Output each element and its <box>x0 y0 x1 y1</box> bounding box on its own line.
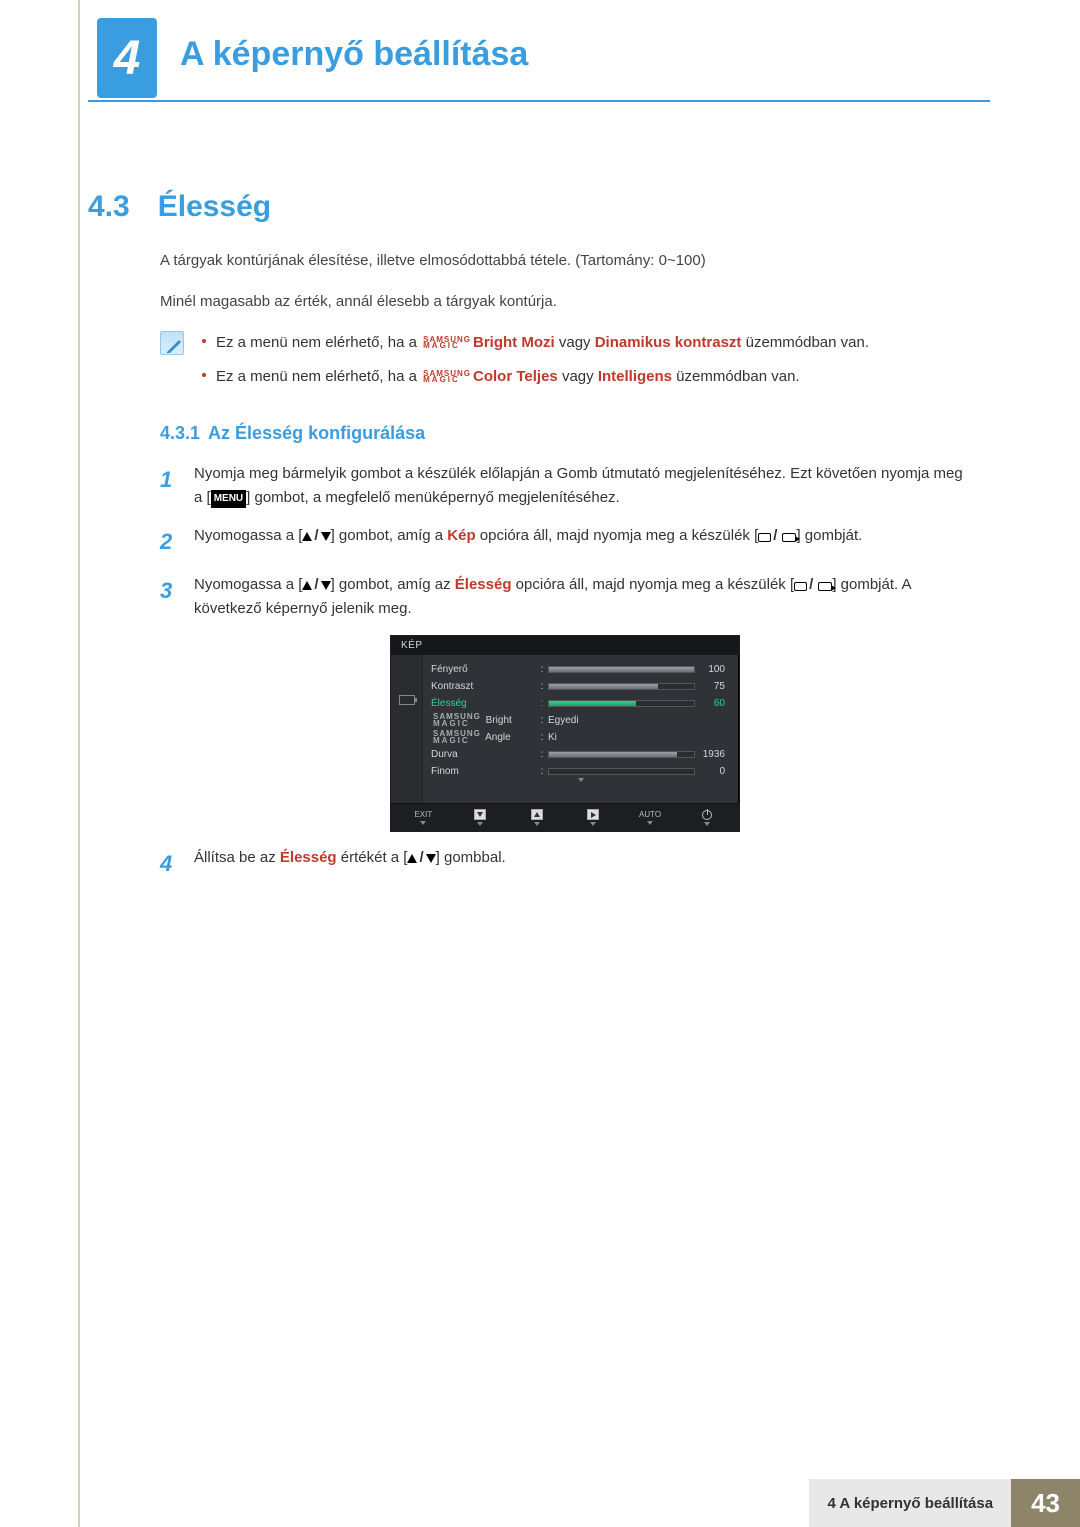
step-number: 1 <box>160 462 178 510</box>
power-icon <box>702 810 712 820</box>
auto-label: AUTO <box>639 810 661 819</box>
section-title: Élesség <box>158 190 271 224</box>
menu-button-glyph: MENU <box>211 490 246 508</box>
subsection-heading: 4.3.1Az Élesség konfigurálása <box>160 423 970 444</box>
note-block: Ez a menü nem elérhető, ha a SAMSUNGMAGI… <box>160 331 970 399</box>
bullet-icon <box>202 339 206 343</box>
source-b-icon <box>782 533 796 542</box>
note-item-1: Ez a menü nem elérhető, ha a SAMSUNGMAGI… <box>202 331 970 355</box>
page-footer: 4 A képernyő beállítása 43 <box>0 1479 1080 1527</box>
source-a-icon <box>794 582 807 591</box>
samsung-magic-icon: SAMSUNGMAGIC <box>423 371 471 384</box>
scroll-down-icon <box>578 778 584 793</box>
bullet-icon <box>202 373 206 377</box>
content: A tárgyak kontúrjának élesítése, illetve… <box>160 250 970 895</box>
chapter-rule <box>88 100 990 102</box>
osd-up-button <box>531 809 543 820</box>
samsung-magic-icon: SAMSUNGMAGIC <box>433 714 481 727</box>
footer-chapter-label: 4 A képernyő beállítása <box>809 1479 1011 1527</box>
step-number: 3 <box>160 573 178 621</box>
osd-row: Fényerő:100 <box>423 661 739 678</box>
brightness-icon <box>399 695 415 705</box>
up-icon <box>302 532 312 541</box>
osd-sidebar <box>391 655 423 803</box>
source-b-icon <box>818 582 832 591</box>
samsung-magic-icon: SAMSUNGMAGIC <box>433 731 481 744</box>
up-icon <box>302 581 312 590</box>
section-heading: 4.3 Élesség <box>88 190 271 224</box>
step-1: 1 Nyomja meg bármelyik gombot a készülék… <box>160 462 970 510</box>
osd-title: KÉP <box>391 636 739 655</box>
osd-screenshot: KÉP Fényerő:100Kontraszt:75Élesség:60SAM… <box>390 635 740 832</box>
left-rule <box>78 0 80 1527</box>
step-number: 2 <box>160 524 178 559</box>
footer-page-number: 43 <box>1011 1479 1080 1527</box>
step-number: 4 <box>160 846 178 881</box>
note-item-2: Ez a menü nem elérhető, ha a SAMSUNGMAGI… <box>202 365 970 389</box>
step-4: 4 Állítsa be az Élesség értékét a [/] go… <box>160 846 970 881</box>
down-icon <box>426 854 436 863</box>
note-icon <box>160 331 184 355</box>
intro-para-2: Minél magasabb az érték, annál élesebb a… <box>160 291 970 314</box>
section-number: 4.3 <box>88 190 130 224</box>
down-icon <box>321 532 331 541</box>
chapter-title: A képernyő beállítása <box>180 35 528 74</box>
osd-row: Élesség:60 <box>423 695 739 712</box>
down-icon <box>321 581 331 590</box>
osd-row: Durva:1936 <box>423 746 739 763</box>
chapter-badge: 4 <box>97 18 157 98</box>
osd-down-button <box>474 809 486 820</box>
step-2: 2 Nyomogassa a [​/] gombot, amíg a Kép o… <box>160 524 970 559</box>
intro-para-1: A tárgyak kontúrjának élesítése, illetve… <box>160 250 970 273</box>
osd-row: SAMSUNGMAGIC Bright:Egyedi <box>423 712 739 729</box>
osd-row: Kontraszt:75 <box>423 678 739 695</box>
source-a-icon <box>758 533 771 542</box>
up-icon <box>407 854 417 863</box>
exit-label: EXIT <box>414 810 432 819</box>
osd-row: SAMSUNGMAGIC Angle:Ki <box>423 729 739 746</box>
osd-footer: EXIT AUTO <box>391 803 739 831</box>
step-3: 3 Nyomogassa a [/] gombot, amíg az Éless… <box>160 573 970 621</box>
samsung-magic-icon: SAMSUNGMAGIC <box>423 337 471 350</box>
down-caret-icon <box>420 821 426 825</box>
osd-right-button <box>587 809 599 820</box>
